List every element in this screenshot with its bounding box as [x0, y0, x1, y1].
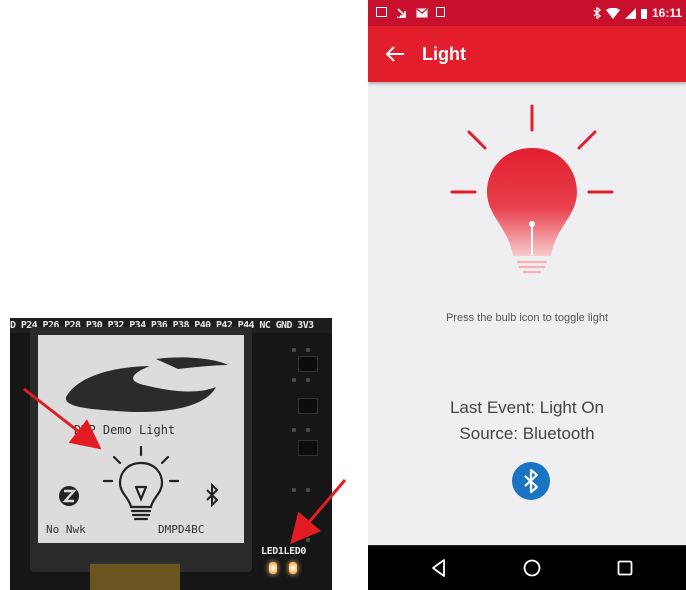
page-title: Light [422, 44, 466, 64]
signal-icon [624, 7, 636, 19]
battery-icon [640, 8, 647, 19]
last-event-text: Last Event: Light On [449, 398, 605, 417]
toggle-hint: Press the bulb icon to toggle light [445, 312, 609, 324]
sim-icon [436, 7, 445, 17]
arrow-to-bulb [23, 387, 102, 450]
back-arrow-icon[interactable] [384, 43, 406, 65]
arrow-to-led [290, 479, 347, 545]
app-bar: Light [368, 26, 686, 82]
system-status: 16:11 [593, 6, 682, 20]
lightbulb-toggle-button[interactable] [447, 100, 617, 280]
bluetooth-source-badge [512, 462, 550, 500]
clock: 16:11 [651, 6, 682, 20]
recents-square-icon[interactable] [614, 557, 636, 579]
event-source-text: Source: Bluetooth [459, 424, 595, 443]
download-icon [396, 7, 407, 19]
image-icon [376, 7, 387, 17]
annotation-arrows [23, 387, 347, 545]
bluetooth-icon [524, 468, 539, 494]
bluetooth-icon [593, 7, 601, 19]
mail-icon [416, 7, 428, 18]
home-circle-icon[interactable] [521, 557, 543, 579]
phone-screen: 16:11 Light Press the bulb icon to toggl… [368, 0, 686, 590]
back-triangle-icon[interactable] [428, 557, 450, 579]
notification-icons [376, 7, 445, 19]
android-nav-bar [368, 545, 686, 590]
status-bar: 16:11 [368, 0, 686, 26]
wifi-icon [605, 7, 620, 19]
